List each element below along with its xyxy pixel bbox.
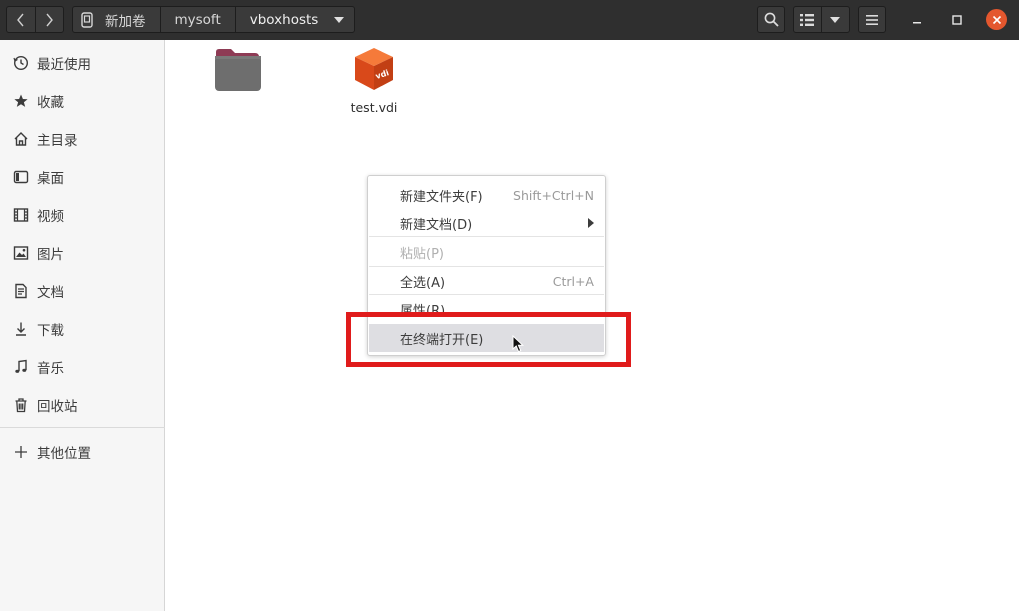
- sidebar-item-label: 最近使用: [37, 57, 91, 73]
- back-button[interactable]: [7, 7, 35, 32]
- mouse-cursor-icon: [512, 335, 524, 353]
- menu-item-select-all[interactable]: 全选(A) Ctrl+A: [369, 267, 604, 295]
- sidebar-item-videos[interactable]: 视频: [0, 197, 165, 233]
- breadcrumb-mysoft[interactable]: mysoft: [159, 7, 235, 32]
- forward-button[interactable]: [34, 7, 63, 32]
- breadcrumb-vboxhosts[interactable]: vboxhosts: [234, 7, 355, 32]
- folder-icon: [215, 49, 261, 91]
- maximize-icon: [952, 15, 962, 25]
- chevron-left-icon: [17, 13, 24, 26]
- sidebar-item-starred[interactable]: 收藏: [0, 83, 165, 119]
- sidebar-item-label: 文档: [37, 285, 64, 301]
- folder-item[interactable]: [212, 48, 262, 100]
- submenu-arrow-icon: [588, 218, 594, 228]
- hamburger-icon: [866, 14, 878, 25]
- sidebar: 最近使用 收藏 主目录 桌面 视频 图片 文档 下载 音乐 回收站 其他位置: [0, 40, 165, 611]
- sidebar-item-label: 其他位置: [37, 446, 91, 462]
- menu-item-label: 粘贴(P): [400, 246, 444, 262]
- download-icon: [12, 320, 30, 338]
- nav-buttons: [6, 6, 64, 33]
- file-label: test.vdi: [350, 100, 398, 115]
- header-bar: 新加卷 mysoft vboxhosts: [0, 0, 1019, 40]
- menu-item-shortcut: Shift+Ctrl+N: [513, 187, 594, 203]
- breadcrumb-label: mysoft: [174, 11, 221, 28]
- menu-item-shortcut: Ctrl+A: [552, 273, 594, 289]
- minimize-button[interactable]: [908, 11, 926, 29]
- sidebar-item-label: 主目录: [37, 133, 78, 149]
- view-options-button[interactable]: [822, 7, 849, 32]
- list-view-button[interactable]: [794, 7, 822, 32]
- sidebar-item-other-locations[interactable]: 其他位置: [0, 434, 165, 470]
- desktop-icon: [12, 168, 30, 186]
- breadcrumb-label: 新加卷: [105, 13, 146, 30]
- video-icon: [12, 206, 30, 224]
- plus-icon: [12, 443, 30, 461]
- breadcrumb-label: vboxhosts: [249, 11, 319, 28]
- path-bar: 新加卷 mysoft vboxhosts: [72, 6, 356, 33]
- drive-icon: [81, 11, 93, 28]
- search-icon: [764, 12, 779, 27]
- sidebar-item-label: 下载: [37, 323, 64, 339]
- maximize-button[interactable]: [948, 11, 966, 29]
- menu-separator: [369, 236, 604, 237]
- home-icon: [12, 130, 30, 148]
- file-item-test-vdi[interactable]: vdi test.vdi: [338, 46, 410, 115]
- sidebar-item-label: 音乐: [37, 361, 64, 377]
- close-button[interactable]: [986, 9, 1007, 30]
- chevron-down-icon[interactable]: [334, 16, 345, 23]
- menu-button[interactable]: [858, 6, 886, 33]
- sidebar-item-documents[interactable]: 文档: [0, 273, 165, 309]
- search-button[interactable]: [757, 6, 785, 33]
- breadcrumb-drive[interactable]: 新加卷: [73, 7, 159, 32]
- vdi-file-icon: vdi: [355, 48, 393, 90]
- image-icon: [12, 244, 30, 262]
- sidebar-item-home[interactable]: 主目录: [0, 121, 165, 157]
- sidebar-item-label: 回收站: [37, 399, 78, 415]
- sidebar-item-label: 桌面: [37, 171, 64, 187]
- minimize-icon: [913, 22, 921, 24]
- sidebar-item-music[interactable]: 音乐: [0, 349, 165, 385]
- sidebar-item-label: 图片: [37, 247, 64, 263]
- close-icon: [992, 15, 1001, 24]
- chevron-right-icon: [46, 13, 54, 26]
- sidebar-item-recent[interactable]: 最近使用: [0, 45, 165, 81]
- star-icon: [12, 92, 30, 110]
- document-icon: [12, 282, 30, 300]
- menu-item-label: 全选(A): [400, 275, 446, 291]
- sidebar-item-downloads[interactable]: 下载: [0, 311, 165, 347]
- chevron-down-icon: [830, 16, 841, 23]
- sidebar-item-trash[interactable]: 回收站: [0, 387, 165, 423]
- clock-icon: [12, 54, 30, 72]
- menu-item-new-folder[interactable]: 新建文件夹(F) Shift+Ctrl+N: [369, 181, 604, 209]
- sidebar-separator: [0, 427, 165, 428]
- menu-item-label: 新建文档(D): [400, 217, 473, 233]
- menu-item-label: 新建文件夹(F): [400, 189, 483, 205]
- highlight-annotation: [346, 312, 631, 367]
- sidebar-item-pictures[interactable]: 图片: [0, 235, 165, 271]
- list-view-icon: [800, 13, 815, 26]
- sidebar-item-label: 视频: [37, 209, 64, 225]
- sidebar-item-label: 收藏: [37, 95, 64, 111]
- view-toggle-group: [793, 6, 850, 33]
- sidebar-item-desktop[interactable]: 桌面: [0, 159, 165, 195]
- menu-item-new-document[interactable]: 新建文档(D): [369, 209, 604, 237]
- trash-icon: [12, 396, 30, 414]
- menu-item-paste: 粘贴(P): [369, 238, 604, 266]
- music-icon: [12, 358, 30, 376]
